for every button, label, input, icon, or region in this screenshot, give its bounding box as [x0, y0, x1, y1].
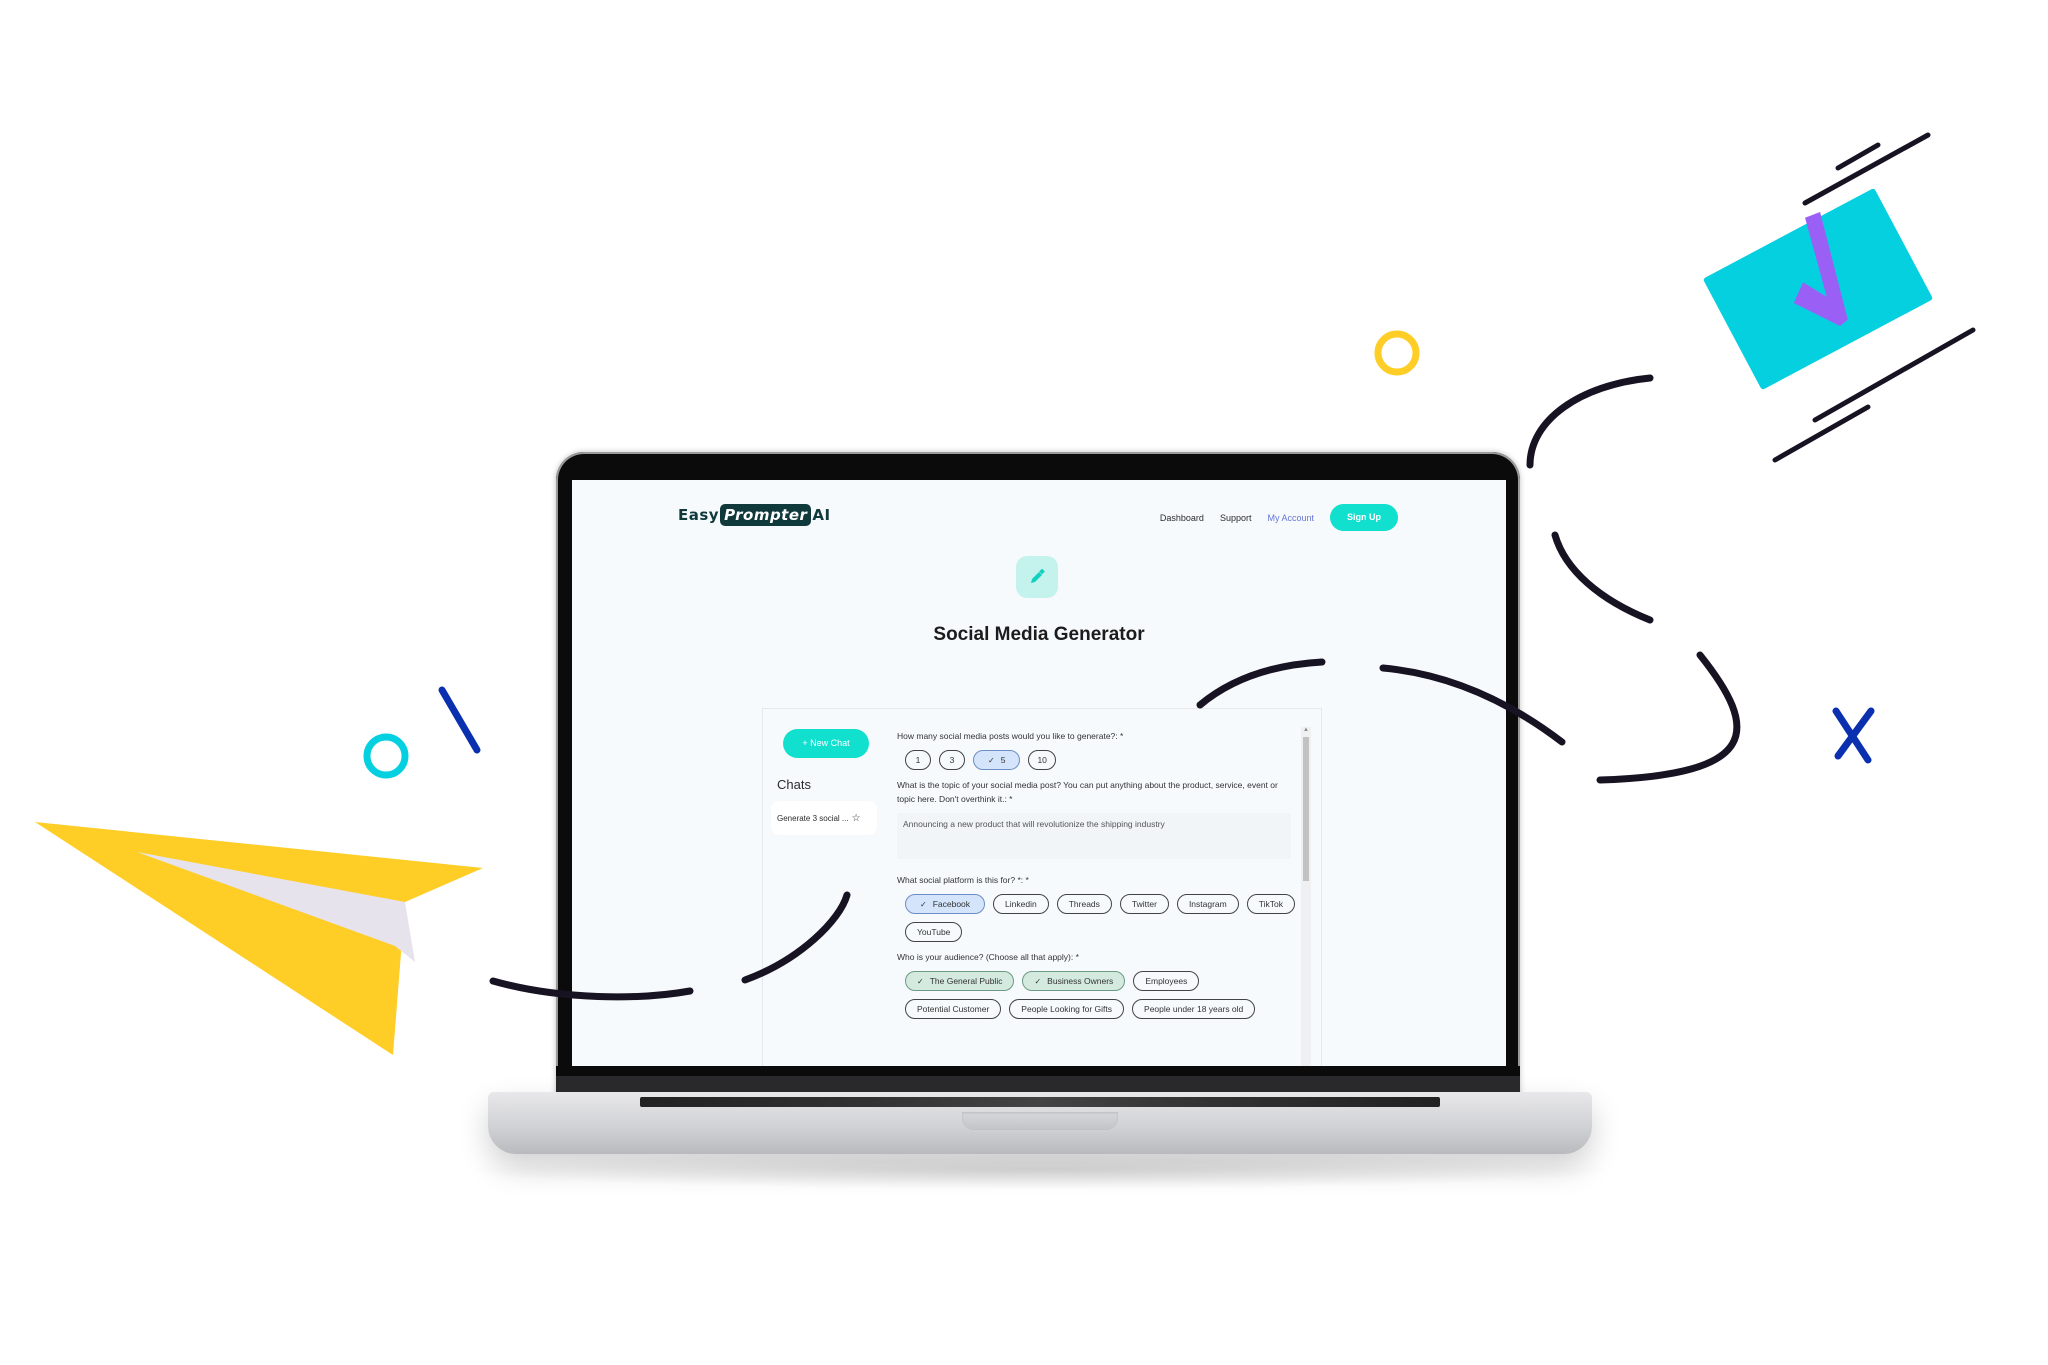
nav-my-account-link[interactable]: My Account	[1267, 513, 1314, 523]
platform-option[interactable]: TikTok	[1246, 894, 1295, 914]
logo-prompter: Prompter	[720, 504, 812, 526]
audience-options: ✓ The General Public ✓ Business Owners Emp…	[905, 971, 1297, 1019]
platform-option[interactable]: Threads	[1056, 894, 1112, 914]
platform-label: Facebook	[932, 899, 971, 909]
chat-sidebar: + New Chat Chats Generate 3 social ... ☆	[763, 709, 877, 1066]
audience-option[interactable]: Potential Customer	[905, 999, 1002, 1019]
page-title: Social Media Generator	[933, 624, 1145, 645]
check-icon: ✓	[1034, 977, 1042, 986]
star-icon[interactable]: ☆	[852, 813, 861, 824]
audience-option[interactable]: Employees	[1133, 971, 1200, 991]
platform-option[interactable]: Twitter	[1119, 894, 1169, 914]
count-option[interactable]: 1	[905, 750, 931, 770]
audience-option-selected[interactable]: ✓ Business Owners	[1022, 971, 1126, 991]
yellow-ring-icon	[1374, 330, 1420, 376]
dashed-flight-path-icon	[1526, 374, 1741, 784]
audience-option[interactable]: People under 18 years old	[1132, 999, 1256, 1019]
sign-up-button[interactable]: Sign Up	[1330, 504, 1398, 531]
logo-ai: AI	[812, 506, 831, 524]
count-option[interactable]: 3	[939, 750, 965, 770]
logo-easy: Easy	[678, 506, 720, 524]
logo[interactable]: Easy Prompter AI	[678, 504, 831, 526]
nav-links: Dashboard Support My Account Sign Up	[1160, 504, 1398, 531]
pen-icon-badge	[1016, 556, 1058, 598]
chat-list-item[interactable]: Generate 3 social ... ☆	[771, 801, 877, 835]
count-option-selected[interactable]: ✓ 5	[973, 750, 1021, 770]
check-icon: ✓	[920, 900, 927, 909]
platform-option[interactable]: YouTube	[905, 922, 963, 942]
platform-option-selected[interactable]: ✓ Facebook	[905, 894, 986, 914]
speed-lines-icon	[1772, 132, 1976, 463]
scroll-up-arrow-icon[interactable]: ▲	[1303, 727, 1309, 733]
question-post-count: How many social media posts would you li…	[897, 731, 1124, 741]
form-scrollbar[interactable]: ▲	[1301, 727, 1311, 1066]
platform-option[interactable]: Instagram	[1176, 894, 1239, 914]
question-topic: What is the topic of your social media p…	[897, 780, 1278, 804]
count-label: 5	[1000, 755, 1006, 765]
laptop-notch	[962, 1112, 1118, 1130]
nav-support-link[interactable]: Support	[1220, 513, 1252, 523]
generator-form: How many social media posts would you li…	[897, 729, 1297, 1027]
nav-dashboard-link[interactable]: Dashboard	[1160, 513, 1204, 523]
post-count-options: 1 3 ✓ 5 10	[905, 750, 1297, 770]
checkmark-card-icon	[1703, 188, 1933, 390]
navy-x-icon	[1832, 707, 1875, 764]
chat-item-label: Generate 3 social ...	[777, 813, 849, 823]
laptop-keyboard	[640, 1097, 1440, 1107]
platform-option[interactable]: Linkedin	[993, 894, 1049, 914]
audience-option[interactable]: People Looking for Gifts	[1009, 999, 1125, 1019]
check-icon: ✓	[988, 756, 995, 765]
laptop-shadow	[460, 1150, 1620, 1190]
chat-panel: + New Chat Chats Generate 3 social ... ☆…	[762, 708, 1322, 1066]
count-option[interactable]: 10	[1028, 750, 1056, 770]
topic-textarea[interactable]: Announcing a new product that will revol…	[897, 813, 1291, 859]
navy-dash-icon	[438, 686, 481, 754]
cyan-ring-icon	[363, 733, 409, 779]
check-icon: ✓	[917, 977, 924, 986]
pen-icon	[1031, 568, 1045, 583]
platform-options: ✓ Facebook Linkedin Threads Twitter Insta…	[905, 894, 1297, 942]
scrollbar-thumb[interactable]	[1303, 737, 1309, 881]
audience-option-selected[interactable]: ✓ The General Public	[905, 971, 1015, 991]
chats-heading: Chats	[777, 777, 811, 792]
question-platform: What social platform is this for? *: *	[897, 875, 1029, 885]
question-audience: Who is your audience? (Choose all that a…	[897, 952, 1079, 962]
new-chat-button[interactable]: + New Chat	[783, 729, 869, 758]
laptop-screen: Easy Prompter AI Dashboard Support My Ac…	[572, 480, 1506, 1066]
paper-plane-icon	[35, 822, 483, 1055]
top-nav: Easy Prompter AI Dashboard Support My Ac…	[572, 480, 1506, 540]
audience-label: The General Public	[929, 976, 1003, 986]
audience-label: Business Owners	[1047, 976, 1114, 986]
